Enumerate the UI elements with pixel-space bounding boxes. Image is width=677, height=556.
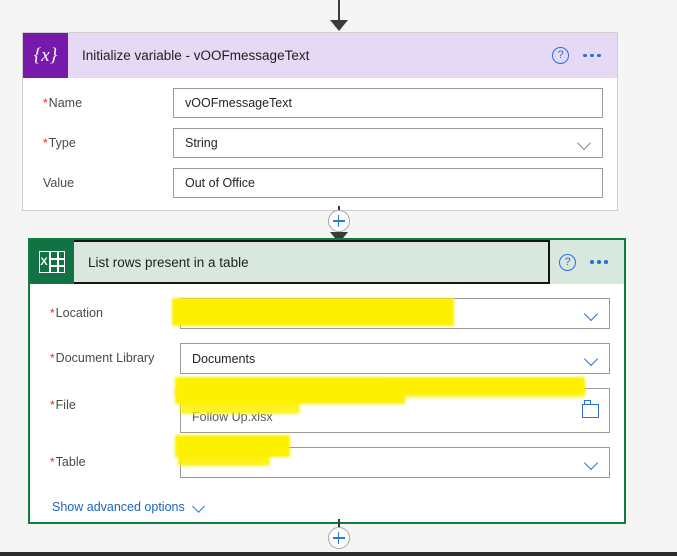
field-label-location: *Location [50,306,103,320]
required-asterisk: * [43,96,48,110]
field-row-file: *File Follow Up.xlsx [30,388,624,433]
field-label-document-library: *Document Library [50,351,155,365]
card-list-rows-present-in-a-table[interactable]: X List rows present in a table ? *Locati… [28,238,626,524]
chevron-down-icon[interactable] [583,454,601,472]
chevron-down-icon[interactable] [583,350,601,368]
window-bottom-strip [0,552,677,556]
location-dropdown[interactable] [180,298,610,329]
file-picker-secondary-value: Follow Up.xlsx [192,409,273,424]
card-header-actions: ? [559,253,624,271]
required-asterisk: * [50,455,55,469]
card-header-actions: ? [552,47,617,64]
add-step-button[interactable] [327,210,350,232]
card-title: Initialize variable - vOOFmessageText [82,48,310,63]
card-form-body: *Location *Document Library Documents *F… [30,284,624,522]
field-row-table: *Table [30,447,624,478]
arrow-down-icon [329,20,348,31]
type-dropdown-value: String [185,136,218,150]
value-input[interactable]: Out of Office [173,168,603,198]
value-input-value: Out of Office [185,176,255,190]
chevron-down-icon[interactable] [576,134,594,152]
variable-braces-icon: {x} [23,33,68,78]
field-row-document-library: *Document Library Documents [30,343,624,374]
more-options-icon[interactable] [583,53,601,58]
field-label-file: *File [50,398,76,412]
required-asterisk: * [50,398,55,412]
card-form-body: *Name vOOFmessageText *Type String Value [23,78,617,210]
connector-line [337,0,340,21]
field-row-type: *Type String [23,128,617,158]
connector-line-lower [337,232,340,233]
type-dropdown[interactable]: String [173,128,603,158]
excel-glyph: X [39,251,65,273]
field-label-value: Value [43,176,75,190]
file-picker[interactable]: Follow Up.xlsx [180,388,610,433]
field-row-location: *Location [30,298,624,329]
help-circle-icon[interactable]: ? [552,47,570,64]
flow-designer-canvas: {x} Initialize variable - vOOFmessageTex… [0,0,677,556]
document-library-dropdown[interactable]: Documents [180,343,610,374]
folder-browse-icon[interactable] [582,400,599,418]
field-label-type: *Type [43,136,76,150]
connector-top [0,0,677,31]
field-label-table: *Table [50,455,86,469]
chevron-down-icon[interactable] [192,500,206,514]
file-picker-value [192,389,582,398]
show-advanced-options-link[interactable]: Show advanced options [30,496,624,514]
show-advanced-options-label: Show advanced options [52,500,185,514]
add-step-button-bottom[interactable] [327,527,350,549]
help-circle-icon[interactable]: ? [559,253,577,271]
field-row-value: Value Out of Office [23,168,617,198]
card-initialize-variable[interactable]: {x} Initialize variable - vOOFmessageTex… [22,32,618,211]
document-library-dropdown-value: Documents [192,351,256,366]
more-options-icon[interactable] [590,260,608,264]
required-asterisk: * [50,351,55,365]
card-header[interactable]: {x} Initialize variable - vOOFmessageTex… [23,33,617,78]
name-input-value: vOOFmessageText [185,96,292,110]
required-asterisk: * [50,306,55,320]
required-asterisk: * [43,136,48,150]
card-title: List rows present in a table [88,254,249,270]
chevron-down-icon[interactable] [583,305,601,323]
table-dropdown[interactable] [180,447,610,478]
field-row-name: *Name vOOFmessageText [23,88,617,118]
card-header[interactable]: X List rows present in a table ? [30,240,624,284]
excel-icon: X [30,240,74,284]
field-label-name: *Name [43,96,83,110]
name-input[interactable]: vOOFmessageText [173,88,603,118]
